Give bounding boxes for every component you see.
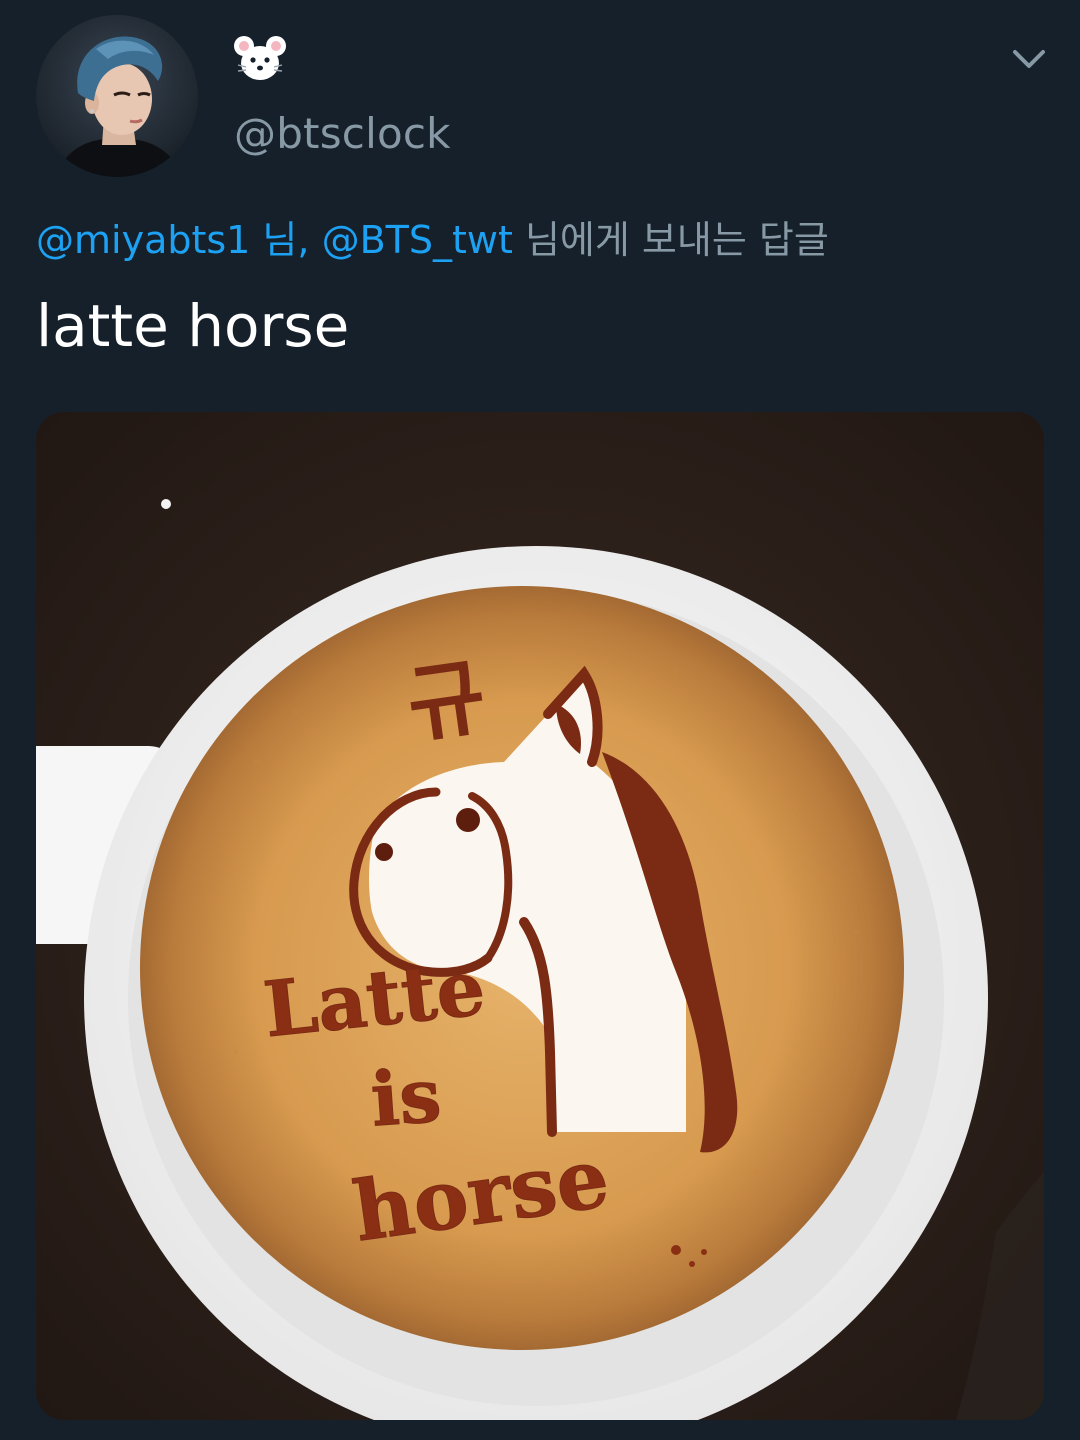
chevron-down-icon[interactable] [1006,40,1052,78]
latte-art-word-is: is [368,1053,444,1144]
latte-art-image: 규 Latte is horse [36,412,1044,1420]
tweet-text: latte horse [36,292,350,360]
mention-link-miyabts1[interactable]: @miyabts1 님, [36,218,309,262]
avatar-image [36,15,198,177]
avatar[interactable] [36,15,198,177]
reply-context: @miyabts1 님, @BTS_twt 님에게 보내는 답글 [36,214,829,266]
mouse-face-emoji-icon[interactable] [232,34,288,84]
latte-art-symbol: 규 [401,647,491,755]
mention-link-bts-twt[interactable]: @BTS_twt [322,218,513,262]
tweet-media-photo[interactable]: 규 Latte is horse [36,412,1044,1420]
user-handle[interactable]: @btsclock [234,108,451,160]
tweet: @btsclock @miyabts1 님, @BTS_twt 님에게 보내는 … [0,0,1080,1440]
reply-context-suffix: 님에게 보내는 답글 [524,218,829,262]
